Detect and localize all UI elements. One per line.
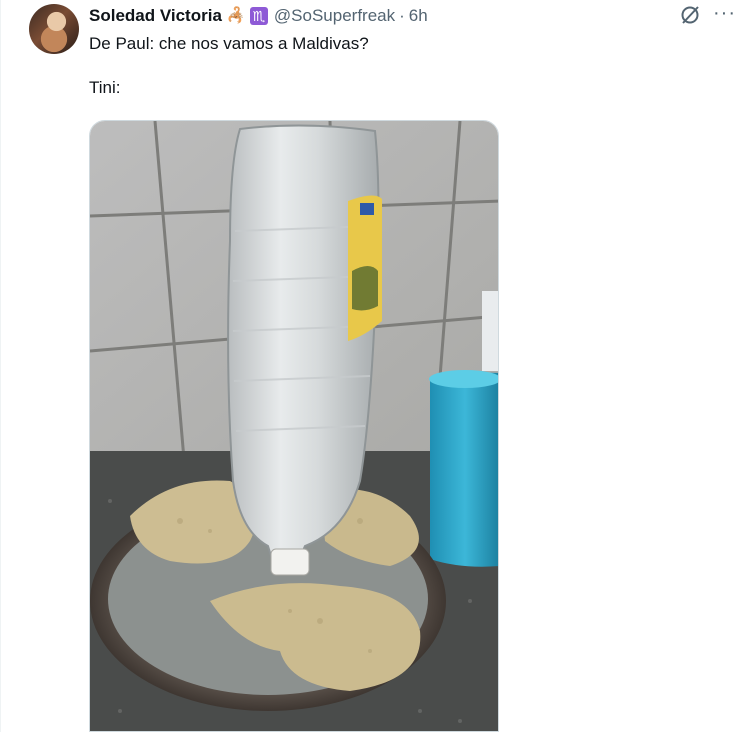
more-options-icon[interactable]: ···: [713, 2, 736, 26]
tweet-photo[interactable]: [89, 120, 499, 732]
scorpio-zodiac-icon: ♏: [249, 7, 268, 25]
separator-dot: ·: [399, 6, 405, 25]
timestamp[interactable]: 6h: [409, 6, 428, 26]
avatar[interactable]: [29, 4, 79, 54]
tweet-header: Soledad Victoria 🦂 ♏ @SoSuperfreak · 6h: [89, 5, 428, 27]
tweet[interactable]: Soledad Victoria 🦂 ♏ @SoSuperfreak · 6h …: [0, 0, 736, 732]
photo-image: [90, 121, 498, 731]
author-handle[interactable]: @SoSuperfreak: [274, 6, 395, 26]
scorpion-emoji-icon: 🦂: [226, 7, 246, 24]
tweet-text: De Paul: che nos vamos a Maldivas? Tini:: [89, 34, 369, 97]
author-name[interactable]: Soledad Victoria: [89, 6, 222, 26]
grok-icon[interactable]: [679, 4, 701, 26]
